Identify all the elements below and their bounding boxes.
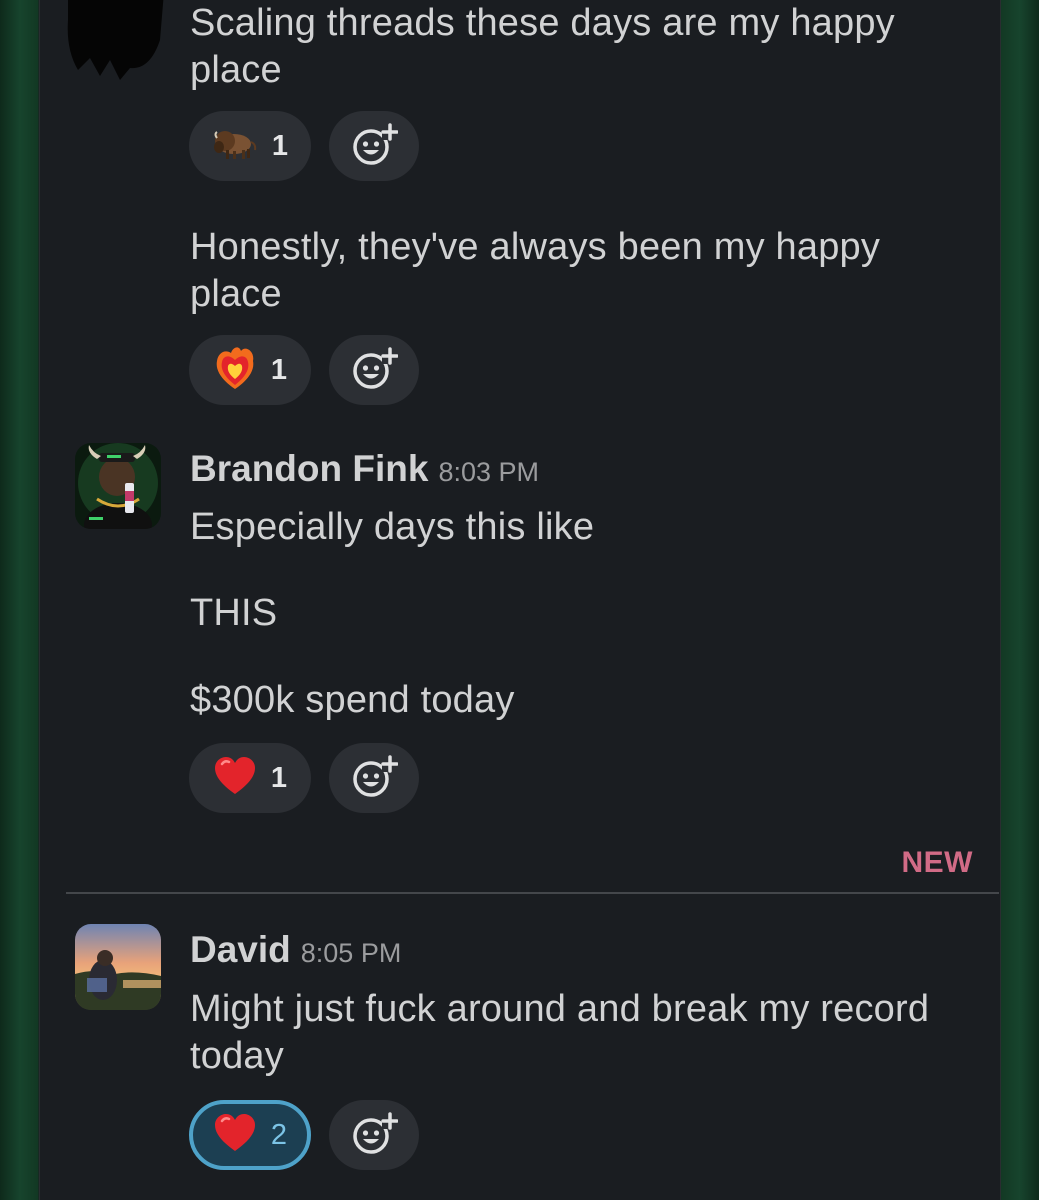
add-reaction-button[interactable]: [329, 111, 419, 181]
reaction-pill[interactable]: 1: [189, 743, 311, 813]
timestamp[interactable]: 8:05 PM: [301, 931, 402, 975]
message-header: Brandon Fink 8:03 PM: [190, 447, 539, 494]
reaction-count: 1: [271, 129, 289, 162]
sender-name[interactable]: Brandon Fink: [190, 447, 428, 491]
message-text: Scaling threads these days are my happy …: [190, 2, 895, 91]
reaction-pill-selected[interactable]: 2: [189, 1100, 311, 1170]
app-window: Scaling threads these days are my happy …: [0, 0, 1039, 1200]
red-heart-icon: [213, 1113, 257, 1158]
new-messages-label: NEW: [901, 846, 973, 879]
message-line: $300k spend today: [190, 679, 515, 721]
new-messages-divider: [66, 892, 999, 894]
bison-icon: [212, 128, 258, 165]
message-header: David 8:05 PM: [190, 928, 401, 975]
timestamp[interactable]: 8:03 PM: [438, 450, 539, 494]
add-emoji-icon: [350, 1109, 399, 1162]
reaction-count: 1: [270, 761, 288, 794]
add-reaction-button[interactable]: [329, 743, 419, 813]
add-emoji-icon: [350, 120, 399, 173]
message-text: Might just fuck around and break my reco…: [190, 988, 930, 1077]
add-emoji-icon: [350, 752, 399, 805]
message-text: Honestly, they've always been my happy p…: [190, 226, 881, 315]
avatar[interactable]: [75, 443, 161, 529]
message-line: Especially days this like: [190, 506, 595, 548]
heart-on-fire-icon: [213, 345, 257, 396]
sender-name[interactable]: David: [190, 928, 291, 972]
reaction-pill[interactable]: 1: [189, 111, 311, 181]
avatar[interactable]: [75, 924, 161, 1010]
redacted-avatar: [60, 0, 170, 90]
message-line: THIS: [190, 592, 278, 634]
reaction-pill[interactable]: 1: [189, 335, 311, 405]
add-emoji-icon: [350, 344, 399, 397]
add-reaction-button[interactable]: [329, 1100, 419, 1170]
red-heart-icon: [213, 756, 257, 801]
reaction-count: 1: [270, 353, 288, 386]
reaction-count: 2: [270, 1118, 288, 1151]
add-reaction-button[interactable]: [329, 335, 419, 405]
